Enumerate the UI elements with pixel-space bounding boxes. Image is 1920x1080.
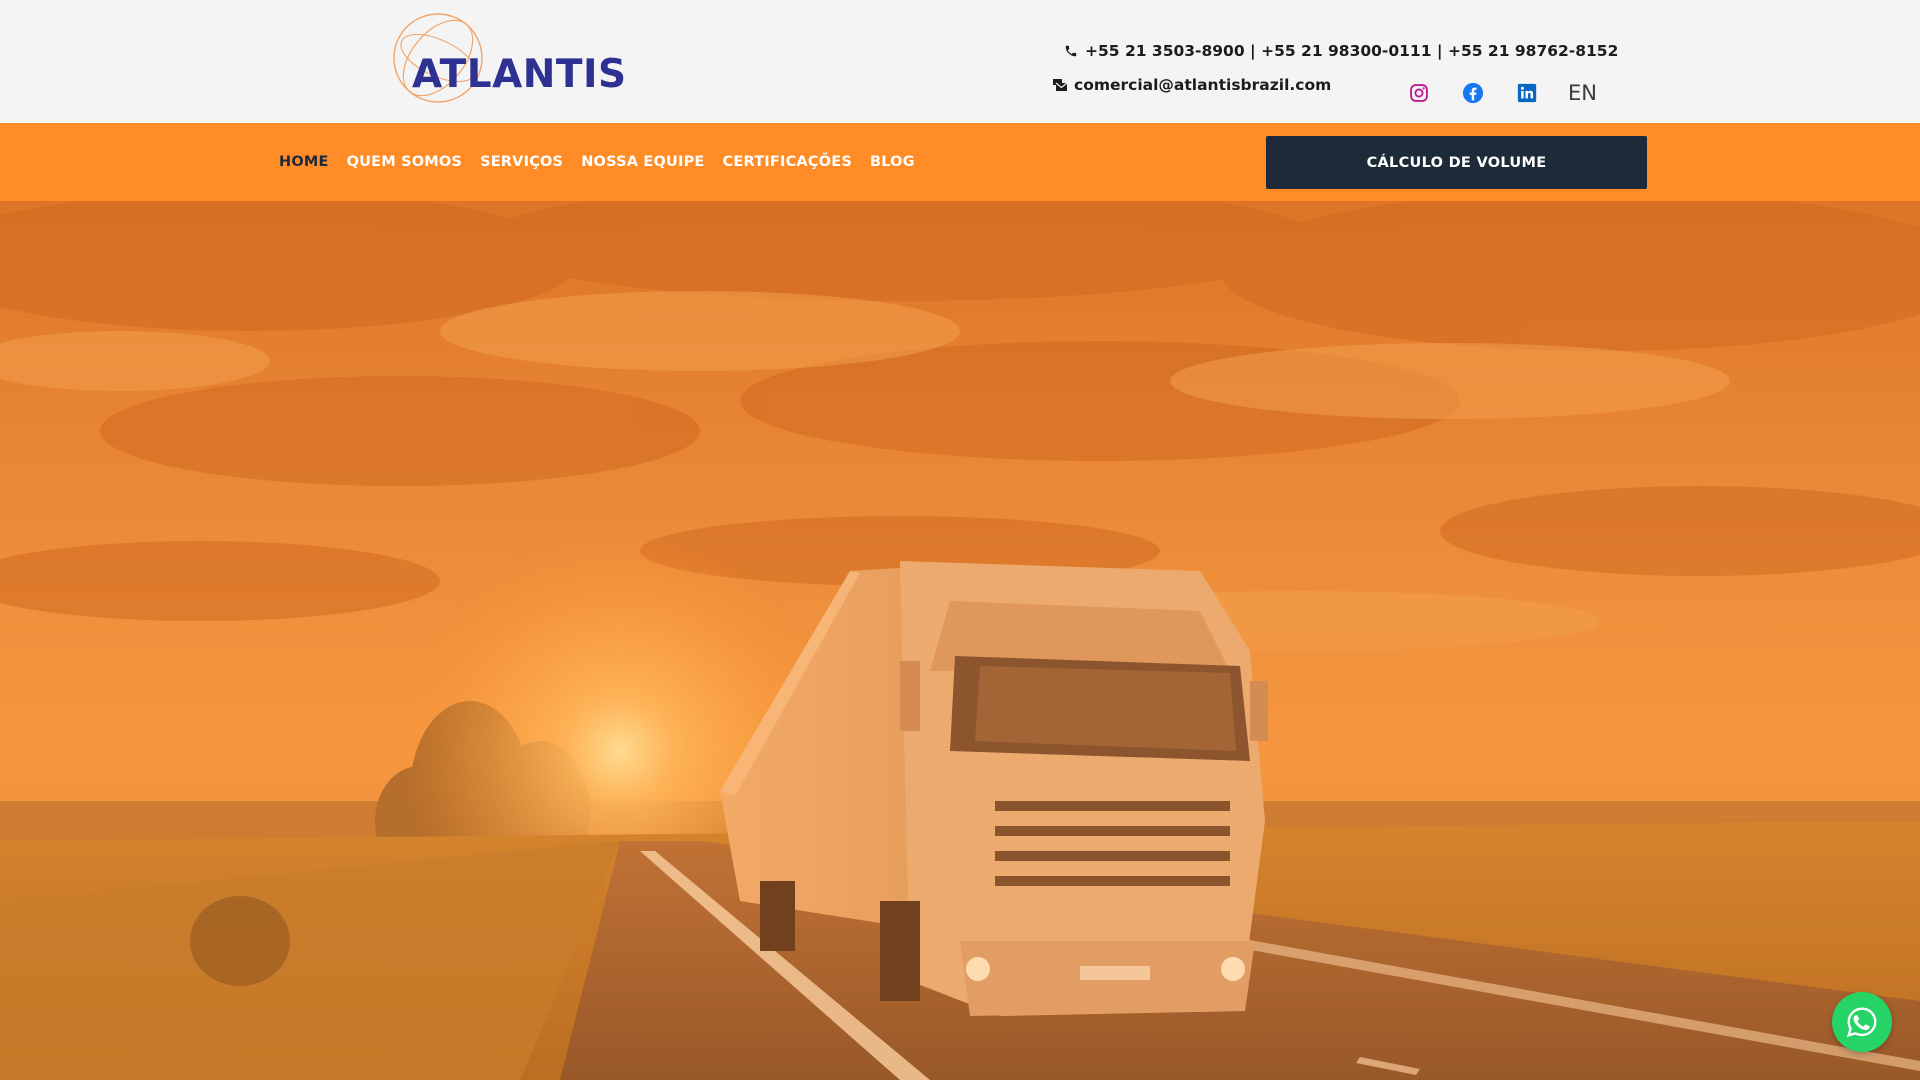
nav-item-blog[interactable]: BLOG bbox=[870, 154, 915, 170]
hero-banner bbox=[0, 201, 1920, 1080]
hero-truck-image bbox=[0, 201, 1920, 1080]
whatsapp-button[interactable] bbox=[1832, 992, 1892, 1052]
main-navbar: HOME QUEM SOMOS SERVIÇOS NOSSA EQUIPE CE… bbox=[0, 123, 1920, 201]
brand-name: ATLANTIS bbox=[412, 52, 627, 97]
phone-numbers[interactable]: +55 21 3503-8900 | +55 21 98300-0111 | +… bbox=[1085, 42, 1618, 60]
nav-item-certificacoes[interactable]: CERTIFICAÇÕES bbox=[723, 154, 852, 170]
volume-calculator-button[interactable]: CÁLCULO DE VOLUME bbox=[1266, 136, 1647, 189]
contact-email: comercial@atlantisbrazil.com bbox=[1051, 74, 1331, 96]
nav-item-home[interactable]: HOME bbox=[279, 154, 329, 170]
phone-icon bbox=[1062, 42, 1080, 60]
linkedin-icon[interactable] bbox=[1514, 80, 1540, 106]
nav-item-quem-somos[interactable]: QUEM SOMOS bbox=[347, 154, 462, 170]
facebook-icon[interactable] bbox=[1460, 80, 1486, 106]
instagram-icon[interactable] bbox=[1406, 80, 1432, 106]
atlantis-logo[interactable]: ATLANTIS bbox=[390, 10, 626, 106]
top-header: ATLANTIS +55 21 3503-8900 | +55 21 98300… bbox=[0, 0, 1920, 123]
nav-item-servicos[interactable]: SERVIÇOS bbox=[480, 154, 563, 170]
main-nav: HOME QUEM SOMOS SERVIÇOS NOSSA EQUIPE CE… bbox=[279, 123, 933, 201]
contact-phones: +55 21 3503-8900 | +55 21 98300-0111 | +… bbox=[1062, 40, 1618, 62]
nav-item-nossa-equipe[interactable]: NOSSA EQUIPE bbox=[581, 154, 704, 170]
email-address[interactable]: comercial@atlantisbrazil.com bbox=[1074, 76, 1331, 94]
language-switch[interactable]: EN bbox=[1568, 80, 1597, 106]
whatsapp-icon bbox=[1846, 1007, 1877, 1037]
mail-bulk-icon bbox=[1051, 76, 1069, 94]
